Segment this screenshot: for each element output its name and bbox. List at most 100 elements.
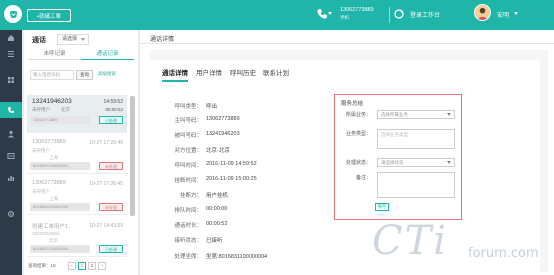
status-badge: 已处理 (99, 245, 123, 253)
field-value: 坐席:8016831100000004 (206, 254, 268, 260)
query-button[interactable]: 查询 (76, 70, 93, 80)
list-icon (8, 51, 14, 57)
sidebar-item-home[interactable] (0, 30, 22, 46)
workbench-login-link[interactable]: 登录工作台 (410, 10, 440, 19)
call-list-panel: 通话 请选择 未呼记录 通话记录 输入电话号码 查询 高级搜索 13241946… (24, 30, 138, 275)
call-record[interactable]: 13241946203 14:59:52 未呼用户 北京 00:00:52 13… (27, 95, 127, 133)
record-phone: 13241946203 (32, 98, 72, 105)
logo-icon (9, 10, 17, 18)
field-value: 00:00:00 (206, 206, 228, 212)
panel-title: 通话 (32, 37, 46, 44)
field-value: 北京-北京 (206, 148, 230, 154)
record-status: 未呼用户 (32, 107, 50, 112)
record-id: 8016831100000004 (30, 245, 90, 253)
main-title-bar: 通话详情 (140, 30, 554, 44)
phone-icon (8, 107, 14, 114)
detail-tabs: 通话详情 用户详情 呼叫历史 联系计划 (162, 68, 462, 83)
record-time: 10-27 17:26:45 (89, 181, 123, 187)
call-tabs: 未呼记录 通话记录 (28, 49, 134, 60)
record-city: 北京 (49, 238, 58, 243)
current-phone-number: 13062773889 (340, 7, 374, 13)
sidebar (0, 30, 22, 275)
tab-call-history[interactable]: 呼叫历史 (230, 68, 256, 82)
refresh-icon[interactable] (393, 8, 405, 20)
watermark-small-text: forum.com (468, 246, 539, 261)
top-bar: •就緒工單 13062773889 手机 登录工作台 安明 (0, 0, 554, 30)
field-label: 通话时长： (174, 223, 202, 229)
service-summary-form: 服务总结 所属业务： 选择所属业务 业务类型： 选择业务类型 处理状态： 请选择… (334, 94, 462, 220)
record-phone: 13062773889 (32, 139, 66, 145)
record-city: 北京 (61, 107, 70, 112)
field-value: 2016-11-09 15:00:25 (206, 176, 257, 182)
page-title: 通话详情 (150, 37, 175, 43)
pager-page-2[interactable]: 2 (88, 262, 96, 270)
pager-next-button[interactable]: › (98, 262, 106, 270)
record-duration: 00:00:52 (105, 107, 123, 112)
user-name[interactable]: 安明 (497, 10, 509, 19)
pagination: 查询结果：19 ‹ 1 2 › (28, 262, 132, 272)
process-state-select[interactable]: 请选择状态 (377, 158, 455, 167)
tab-user-detail[interactable]: 用户详情 (196, 68, 222, 82)
phone-icon[interactable] (316, 8, 330, 22)
advanced-search-link[interactable]: 高级搜索 (98, 71, 116, 77)
tab-contact-plan[interactable]: 联系计划 (263, 68, 289, 82)
avatar[interactable] (474, 4, 491, 21)
record-id: 8016831100000004 (30, 203, 90, 211)
field-label: 呼叫类型： (174, 104, 202, 110)
record-time: 10-27 14:43:59 (89, 223, 123, 229)
call-record[interactable]: 创建工单用户1 10-27 14:43:59 10310052963 北京 80… (27, 219, 127, 257)
sidebar-item-reports[interactable] (0, 170, 22, 186)
business-type-field[interactable]: 选择业务类型 (377, 129, 455, 149)
service-summary-title: 服务总结 (341, 101, 364, 107)
tab-call-detail[interactable]: 通话详情 (162, 68, 188, 82)
call-record[interactable]: 13062773889 10-27 17:26:46 未呼用户 上海 80168… (27, 136, 127, 174)
call-record[interactable]: 13062773889 10-27 17:26:45 未呼用户 上海 80168… (27, 177, 127, 215)
field-value: 00:00:52 (206, 221, 228, 227)
ticket-icon (7, 153, 15, 159)
field-label: 排队时间： (174, 208, 202, 214)
sidebar-item-tickets[interactable] (0, 148, 22, 164)
field-label: 处理坐席： (174, 254, 202, 260)
record-id: 13062773889 (30, 116, 90, 124)
agent-status-button[interactable]: •就緒工單 (27, 9, 71, 22)
save-button[interactable]: 保存 (375, 203, 389, 211)
list-scrollbar[interactable] (130, 96, 135, 216)
result-count: 查询结果：19 (28, 263, 56, 268)
pager-prev-button[interactable]: ‹ (68, 262, 76, 270)
status-badge: 未处理 (99, 162, 123, 170)
record-status: 未呼用户 (32, 148, 50, 153)
record-time: 14:59:52 (103, 99, 123, 105)
sidebar-item-grid[interactable] (0, 72, 22, 88)
field-label: 挂断方： (179, 193, 202, 199)
status-badge: 已处理 (99, 116, 123, 124)
filter-select[interactable]: 请选择 (57, 34, 89, 45)
sidebar-item-list[interactable] (0, 46, 22, 62)
pager-page-1[interactable]: 1 (78, 262, 86, 270)
phone-search-input[interactable]: 输入电话号码 (30, 70, 74, 80)
remark-textarea[interactable] (377, 172, 455, 198)
field-value: 用户挂机 (206, 193, 229, 199)
tab-call-records[interactable]: 通话记录 (81, 49, 134, 60)
sidebar-item-users[interactable] (0, 126, 22, 142)
business-select[interactable]: 选择所属业务 (377, 110, 455, 119)
watermark-logo: CTi forum.com (372, 218, 552, 274)
record-status: 未呼用户 (32, 189, 50, 194)
field-label: 对方位置： (174, 148, 202, 154)
record-city: 上海 (49, 155, 58, 160)
user-dropdown-icon[interactable] (514, 12, 518, 15)
record-time: 10-27 17:26:46 (89, 140, 123, 146)
tab-missed-calls[interactable]: 未呼记录 (28, 49, 81, 60)
field-label: 呼叫时间： (174, 163, 202, 169)
settings-icon (7, 210, 15, 218)
sidebar-item-settings[interactable] (0, 206, 22, 222)
field-value: 13062773889 (206, 116, 240, 122)
user-icon (8, 130, 14, 138)
sidebar-item-calls[interactable] (0, 102, 22, 118)
business-label: 所属业务： (345, 112, 371, 118)
process-state-label: 处理状态： (345, 160, 371, 166)
record-id: 8016831100000004 (30, 162, 90, 170)
record-phone: 13062773889 (32, 180, 66, 186)
app-logo[interactable] (4, 5, 22, 23)
record-city: 上海 (49, 196, 58, 201)
phone-dropdown-icon[interactable] (328, 12, 332, 15)
